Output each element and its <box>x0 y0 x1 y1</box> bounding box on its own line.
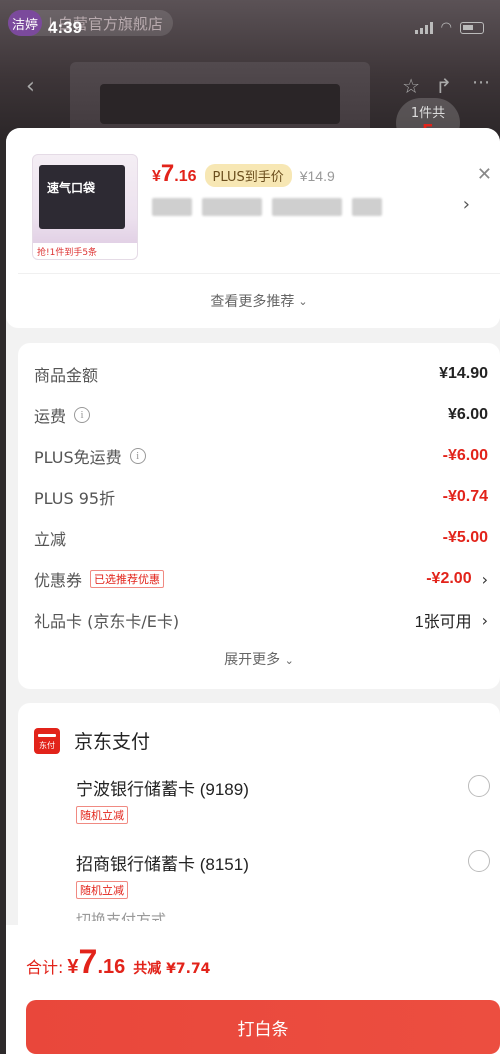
cost-value: ¥14.90 <box>439 365 488 382</box>
price-row: ¥7.16 PLUS到手价 ¥14.9 <box>152 160 335 188</box>
cost-breakdown: 商品金额 ¥14.90 运费 i ¥6.00 PLUS免运费 i -¥6.00 PL… <box>18 343 500 689</box>
cost-value: -¥5.00 <box>442 529 488 546</box>
status-time: 4:39 <box>48 18 83 37</box>
cost-value: ¥6.00 <box>447 406 488 423</box>
cost-row-plus-free-shipping: PLUS免运费 i -¥6.00 <box>34 441 488 471</box>
coupon-tag: 已选推荐优惠 <box>90 570 165 588</box>
product-thumbnail[interactable]: 速气口袋 抢!1件到手5条 <box>32 154 138 260</box>
bank-promo-tag: 随机立减 <box>76 881 128 899</box>
more-payment-methods[interactable]: 切换支付方式 <box>76 909 166 921</box>
checkout-footer: 合计: ¥ 7 .16 共减 ¥7.74 打白条 <box>6 925 500 1054</box>
package-image <box>39 165 125 229</box>
signal-icon <box>414 21 433 34</box>
cost-row-item-amount: 商品金额 ¥14.90 <box>34 359 488 389</box>
payment-title: 京东支付 <box>74 731 151 753</box>
cost-label: PLUS 95折 <box>34 489 116 508</box>
see-more-label: 查看更多推荐 <box>210 294 295 310</box>
cost-label: 商品金额 <box>34 366 99 385</box>
cost-row-instant-reduction: 立减 -¥5.00 <box>34 523 488 553</box>
total-currency: ¥ <box>67 956 79 978</box>
bank-promo-tag: 随机立减 <box>76 806 128 824</box>
radio-button[interactable] <box>468 775 490 797</box>
cost-value: 1张可用 <box>414 614 472 631</box>
total-integer: 7 <box>78 943 98 981</box>
total-amount: 合计: ¥ 7 .16 共减 ¥7.74 <box>26 943 210 982</box>
cost-label: 运费 <box>34 407 67 426</box>
cost-label: 立减 <box>34 530 67 549</box>
info-icon[interactable]: i <box>74 407 91 423</box>
status-icons: ◠ <box>414 20 484 35</box>
share-icon[interactable]: ↱ <box>435 74 452 98</box>
expand-more-label: 展开更多 <box>224 652 281 668</box>
cost-row-coupon[interactable]: 优惠券 已选推荐优惠 -¥2.00 › <box>34 564 488 594</box>
product-spec-blurred[interactable] <box>152 198 382 216</box>
total-label: 合计: <box>26 958 64 977</box>
store-logo: 洁婷 <box>8 10 42 36</box>
cost-label: 礼品卡 (京东卡/E卡) <box>34 612 180 631</box>
chevron-right-icon: › <box>481 569 488 589</box>
payment-header: 东付 京东支付 <box>34 727 150 754</box>
cost-value: -¥2.00 <box>426 570 472 587</box>
status-bar: 洁婷 | 白营官方旗舰店 4:39 ◠ <box>0 0 500 44</box>
expand-more[interactable]: 展开更多 ⌄ <box>18 649 500 669</box>
chevron-right-icon: › <box>481 610 488 630</box>
info-icon[interactable]: i <box>129 448 146 464</box>
bank-option-cmb[interactable]: 招商银行储蓄卡 (8151) 随机立减 <box>76 850 490 899</box>
chevron-down-icon: ⌄ <box>298 294 308 308</box>
more-icon[interactable]: ⋯ <box>472 72 490 93</box>
battery-icon <box>460 21 484 34</box>
cost-value: -¥6.00 <box>442 447 488 464</box>
cost-row-gift-card[interactable]: 礼品卡 (京东卡/E卡) 1张可用 › <box>34 605 488 635</box>
star-icon[interactable]: ☆ <box>402 74 420 98</box>
cart-count-label: 1件共 <box>410 106 446 121</box>
plus-price-tag: PLUS到手价 <box>204 164 292 187</box>
store-pill[interactable]: 洁婷 | 白营官方旗舰店 <box>8 10 173 36</box>
chevron-right-icon[interactable]: › <box>463 194 470 215</box>
checkout-sheet: 速气口袋 抢!1件到手5条 ¥7.16 PLUS到手价 ¥14.9 ✕ › 查看… <box>6 128 500 1054</box>
thumbnail-text: 速气口袋 <box>47 181 96 195</box>
pay-button[interactable]: 打白条 <box>26 1000 500 1054</box>
bank-option-ningbo[interactable]: 宁波银行储蓄卡 (9189) 随机立减 <box>76 775 490 824</box>
background-page: 洁婷 | 白营官方旗舰店 4:39 ◠ ‹ ☆ ↱ ⋯ 1件共 5 <box>0 0 500 140</box>
cost-label: PLUS免运费 <box>34 448 122 467</box>
see-more-recommendations[interactable]: 查看更多推荐 ⌄ <box>18 274 500 328</box>
jd-pay-icon: 东付 <box>34 727 60 754</box>
close-icon[interactable]: ✕ <box>477 164 492 185</box>
chevron-down-icon: ⌄ <box>284 654 294 667</box>
bank-name: 招商银行储蓄卡 (8151) <box>76 855 249 874</box>
thumbnail-footer: 抢!1件到手5条 <box>33 243 137 259</box>
plus-price: ¥7.16 <box>152 160 197 187</box>
original-price: ¥14.9 <box>299 168 335 184</box>
total-saved: 共减 ¥7.74 <box>133 961 211 977</box>
wifi-icon: ◠ <box>440 20 452 35</box>
cost-label: 优惠券 <box>34 571 83 590</box>
cost-row-plus-discount: PLUS 95折 -¥0.74 <box>34 482 488 512</box>
bank-name: 宁波银行储蓄卡 (9189) <box>76 780 249 799</box>
total-decimal: .16 <box>97 956 126 978</box>
cost-value: -¥0.74 <box>442 488 488 505</box>
cost-row-shipping: 运费 i ¥6.00 <box>34 400 488 430</box>
back-icon[interactable]: ‹ <box>26 74 35 99</box>
radio-button[interactable] <box>468 850 490 872</box>
payment-methods: 东付 京东支付 宁波银行储蓄卡 (9189) 随机立减 招商银行储蓄卡 (815… <box>18 703 500 953</box>
